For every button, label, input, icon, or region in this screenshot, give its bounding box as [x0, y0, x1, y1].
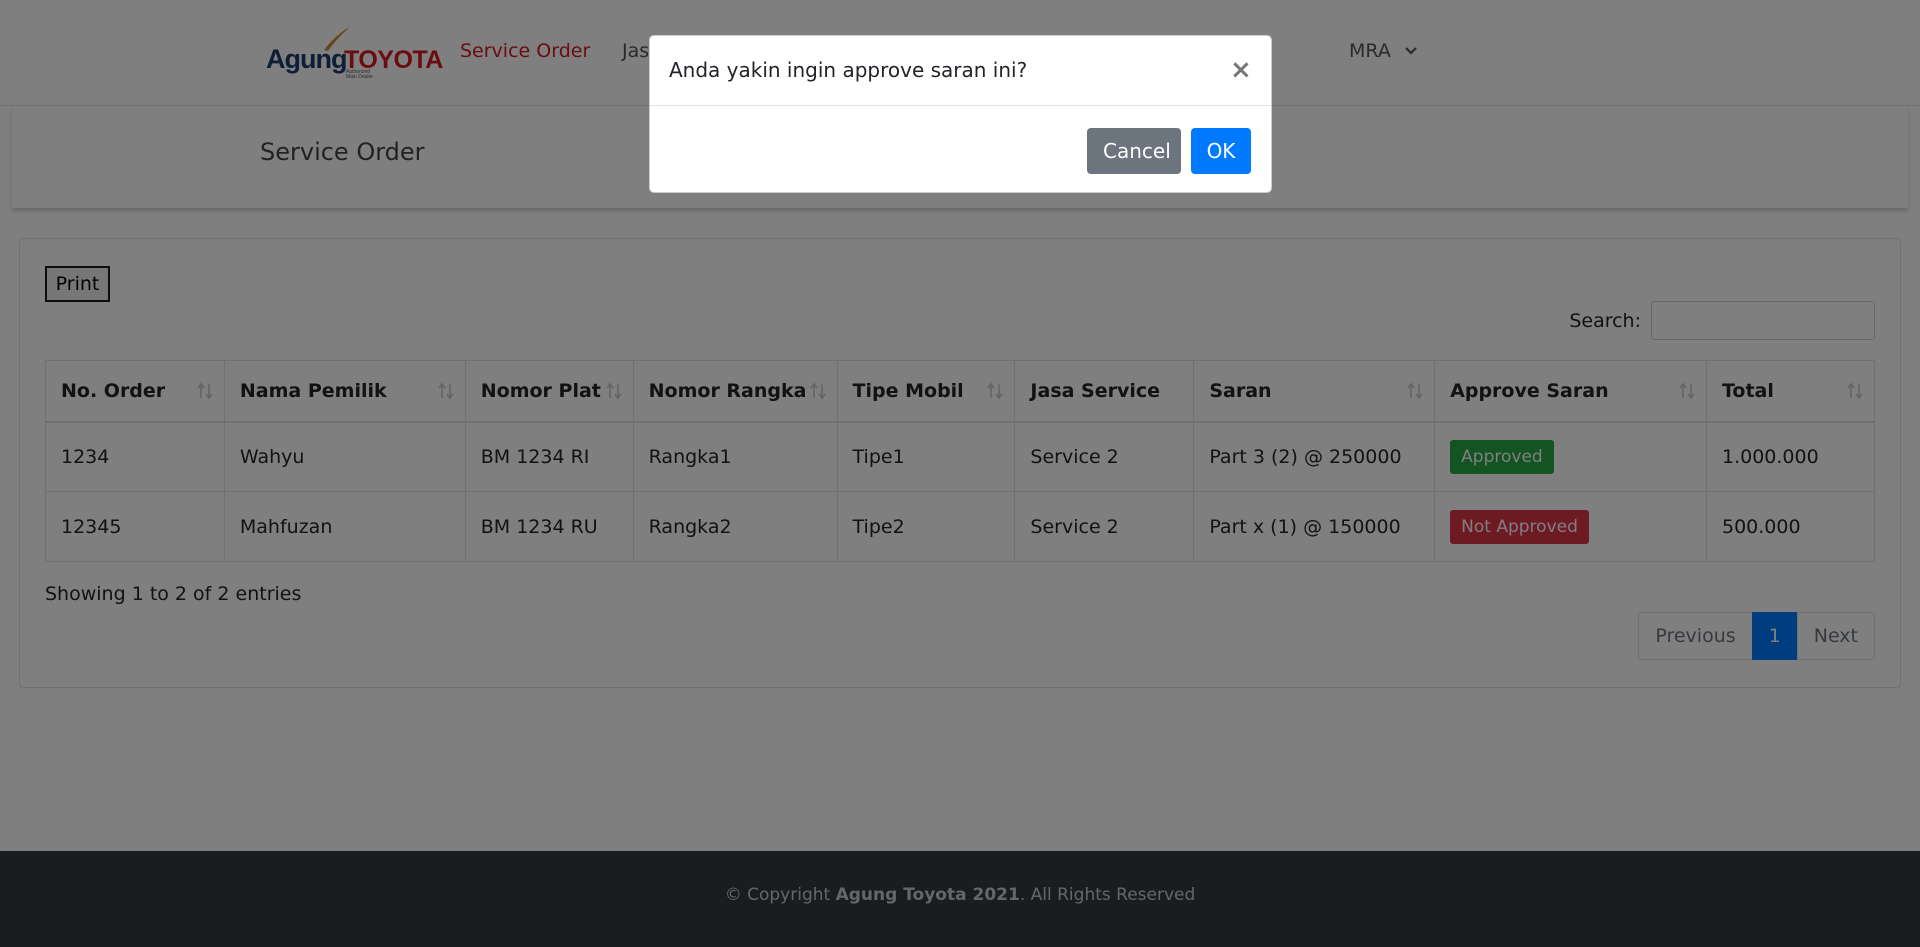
confirm-dialog: Anda yakin ingin approve saran ini? × Ca…	[649, 35, 1272, 193]
ok-button[interactable]: OK	[1191, 128, 1251, 174]
dialog-header: Anda yakin ingin approve saran ini? ×	[650, 36, 1271, 106]
close-icon[interactable]: ×	[1230, 56, 1252, 84]
dialog-title: Anda yakin ingin approve saran ini?	[669, 58, 1028, 82]
dialog-footer: Cancel OK	[1087, 128, 1251, 174]
cancel-button[interactable]: Cancel	[1087, 128, 1181, 174]
